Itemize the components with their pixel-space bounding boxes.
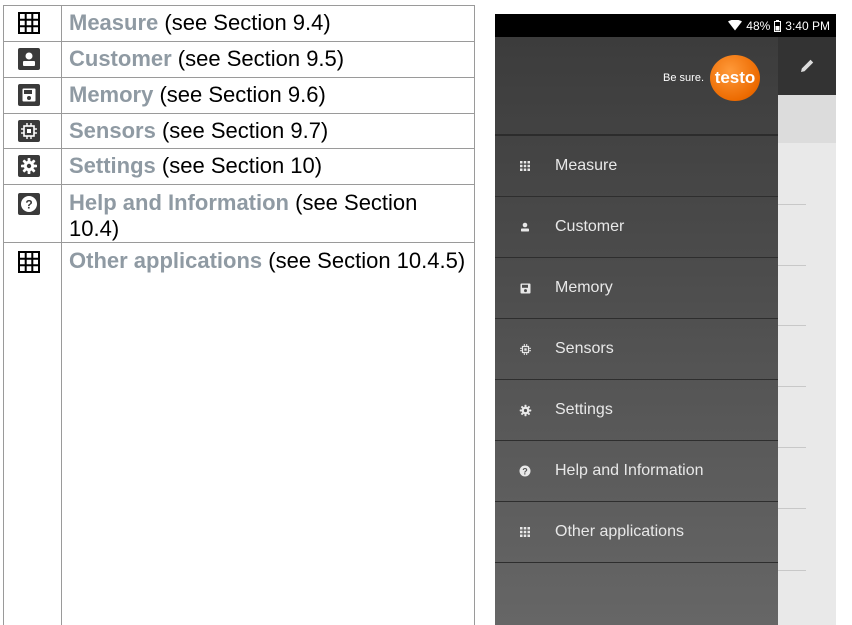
reference-keyword: Help and Information: [69, 190, 289, 215]
reference-keyword: Sensors: [69, 118, 156, 143]
background-content: [778, 95, 836, 625]
reference-text: Memory (see Section 9.6): [69, 82, 467, 108]
reference-keyword: Measure: [69, 10, 159, 35]
reference-keyword: Memory: [69, 82, 154, 107]
background-band: [778, 95, 836, 143]
menu-item-label: Other applications: [555, 523, 684, 540]
divider: [778, 325, 806, 326]
help-icon: ?: [519, 465, 531, 477]
svg-text:?: ?: [522, 466, 528, 476]
battery-level: 48%: [746, 18, 771, 33]
menu-item-customer[interactable]: Customer: [495, 197, 778, 258]
logo-text: testo: [714, 68, 756, 87]
menu-item-other-applications[interactable]: Other applications: [495, 502, 778, 563]
divider: [778, 570, 806, 571]
reference-section: (see Section 9.4): [158, 10, 331, 35]
reference-text: Settings (see Section 10): [69, 153, 467, 179]
reference-section: (see Section 9.5): [171, 46, 345, 71]
reference-keyword: Customer: [69, 46, 172, 71]
drawer-menu: Measure Customer Memory Sensors Settings…: [495, 136, 778, 563]
divider: [778, 508, 806, 509]
table-row: Measure (see Section 9.4): [3, 5, 475, 41]
reference-keyword: Other applications: [69, 248, 263, 273]
chip-icon: [17, 119, 41, 143]
gear-icon: [519, 404, 531, 416]
reference-text: Measure (see Section 9.4): [69, 10, 467, 36]
menu-item-sensors[interactable]: Sensors: [495, 319, 778, 380]
chip-icon: [519, 343, 531, 355]
table-row: ? Help and Information (see Section 10.4…: [3, 184, 475, 242]
save-icon: [520, 283, 530, 293]
reference-text: Customer (see Section 9.5): [69, 46, 467, 72]
reference-text: Help and Information (see Section 10.4): [69, 190, 467, 242]
menu-item-memory[interactable]: Memory: [495, 258, 778, 319]
wifi-icon: [728, 20, 743, 31]
navigation-drawer: Be sure. testo Measure Customer Memory S…: [495, 37, 778, 625]
save-icon: [17, 83, 41, 107]
menu-item-label: Memory: [555, 279, 613, 296]
reference-text: Other applications (see Section 10.4.5): [69, 248, 467, 274]
divider: [778, 447, 806, 448]
device-screen: 48% 3:40 PM Be sure. testo Measure Custo…: [495, 14, 836, 625]
reference-section: (see Section 10): [155, 153, 323, 178]
grid-icon: [520, 527, 530, 537]
divider: [778, 386, 806, 387]
menu-item-label: Sensors: [555, 340, 614, 357]
reference-text: Sensors (see Section 9.7): [69, 118, 467, 144]
reference-section: (see Section 9.6): [153, 82, 326, 107]
menu-item-label: Help and Information: [555, 462, 704, 479]
table-row: Memory (see Section 9.6): [3, 77, 475, 113]
edit-button[interactable]: [778, 37, 836, 95]
menu-item-measure[interactable]: Measure: [495, 136, 778, 197]
grid-icon: [17, 250, 41, 274]
menu-item-help[interactable]: ? Help and Information: [495, 441, 778, 502]
menu-item-label: Settings: [555, 401, 613, 418]
reference-section: (see Section 9.7): [155, 118, 329, 143]
reference-section: (see Section 10.4.5): [262, 248, 466, 273]
table-row: Customer (see Section 9.5): [3, 41, 475, 77]
menu-item-label: Customer: [555, 218, 625, 235]
divider: [778, 204, 806, 205]
table-row: Settings (see Section 10): [3, 148, 475, 184]
pencil-icon: [801, 59, 814, 72]
clock: 3:40 PM: [785, 18, 830, 33]
gear-icon: [17, 154, 41, 178]
brand-tagline: Be sure.: [663, 72, 704, 84]
table-row: Other applications (see Section 10.4.5): [3, 242, 475, 625]
battery-icon: [774, 19, 782, 32]
menu-item-settings[interactable]: Settings: [495, 380, 778, 441]
grid-icon: [520, 161, 530, 171]
divider: [778, 265, 806, 266]
reference-table: Measure (see Section 9.4) Customer (see …: [3, 5, 475, 625]
person-icon: [521, 222, 529, 232]
reference-keyword: Settings: [69, 153, 156, 178]
svg-text:?: ?: [25, 198, 32, 212]
help-icon: ?: [17, 192, 41, 216]
status-bar: 48% 3:40 PM: [495, 14, 836, 37]
table-row: Sensors (see Section 9.7): [3, 113, 475, 148]
menu-item-label: Measure: [555, 157, 618, 174]
testo-logo: testo: [710, 55, 760, 101]
brand-header: Be sure. testo: [663, 55, 760, 101]
grid-icon: [17, 11, 41, 35]
person-icon: [17, 47, 41, 71]
